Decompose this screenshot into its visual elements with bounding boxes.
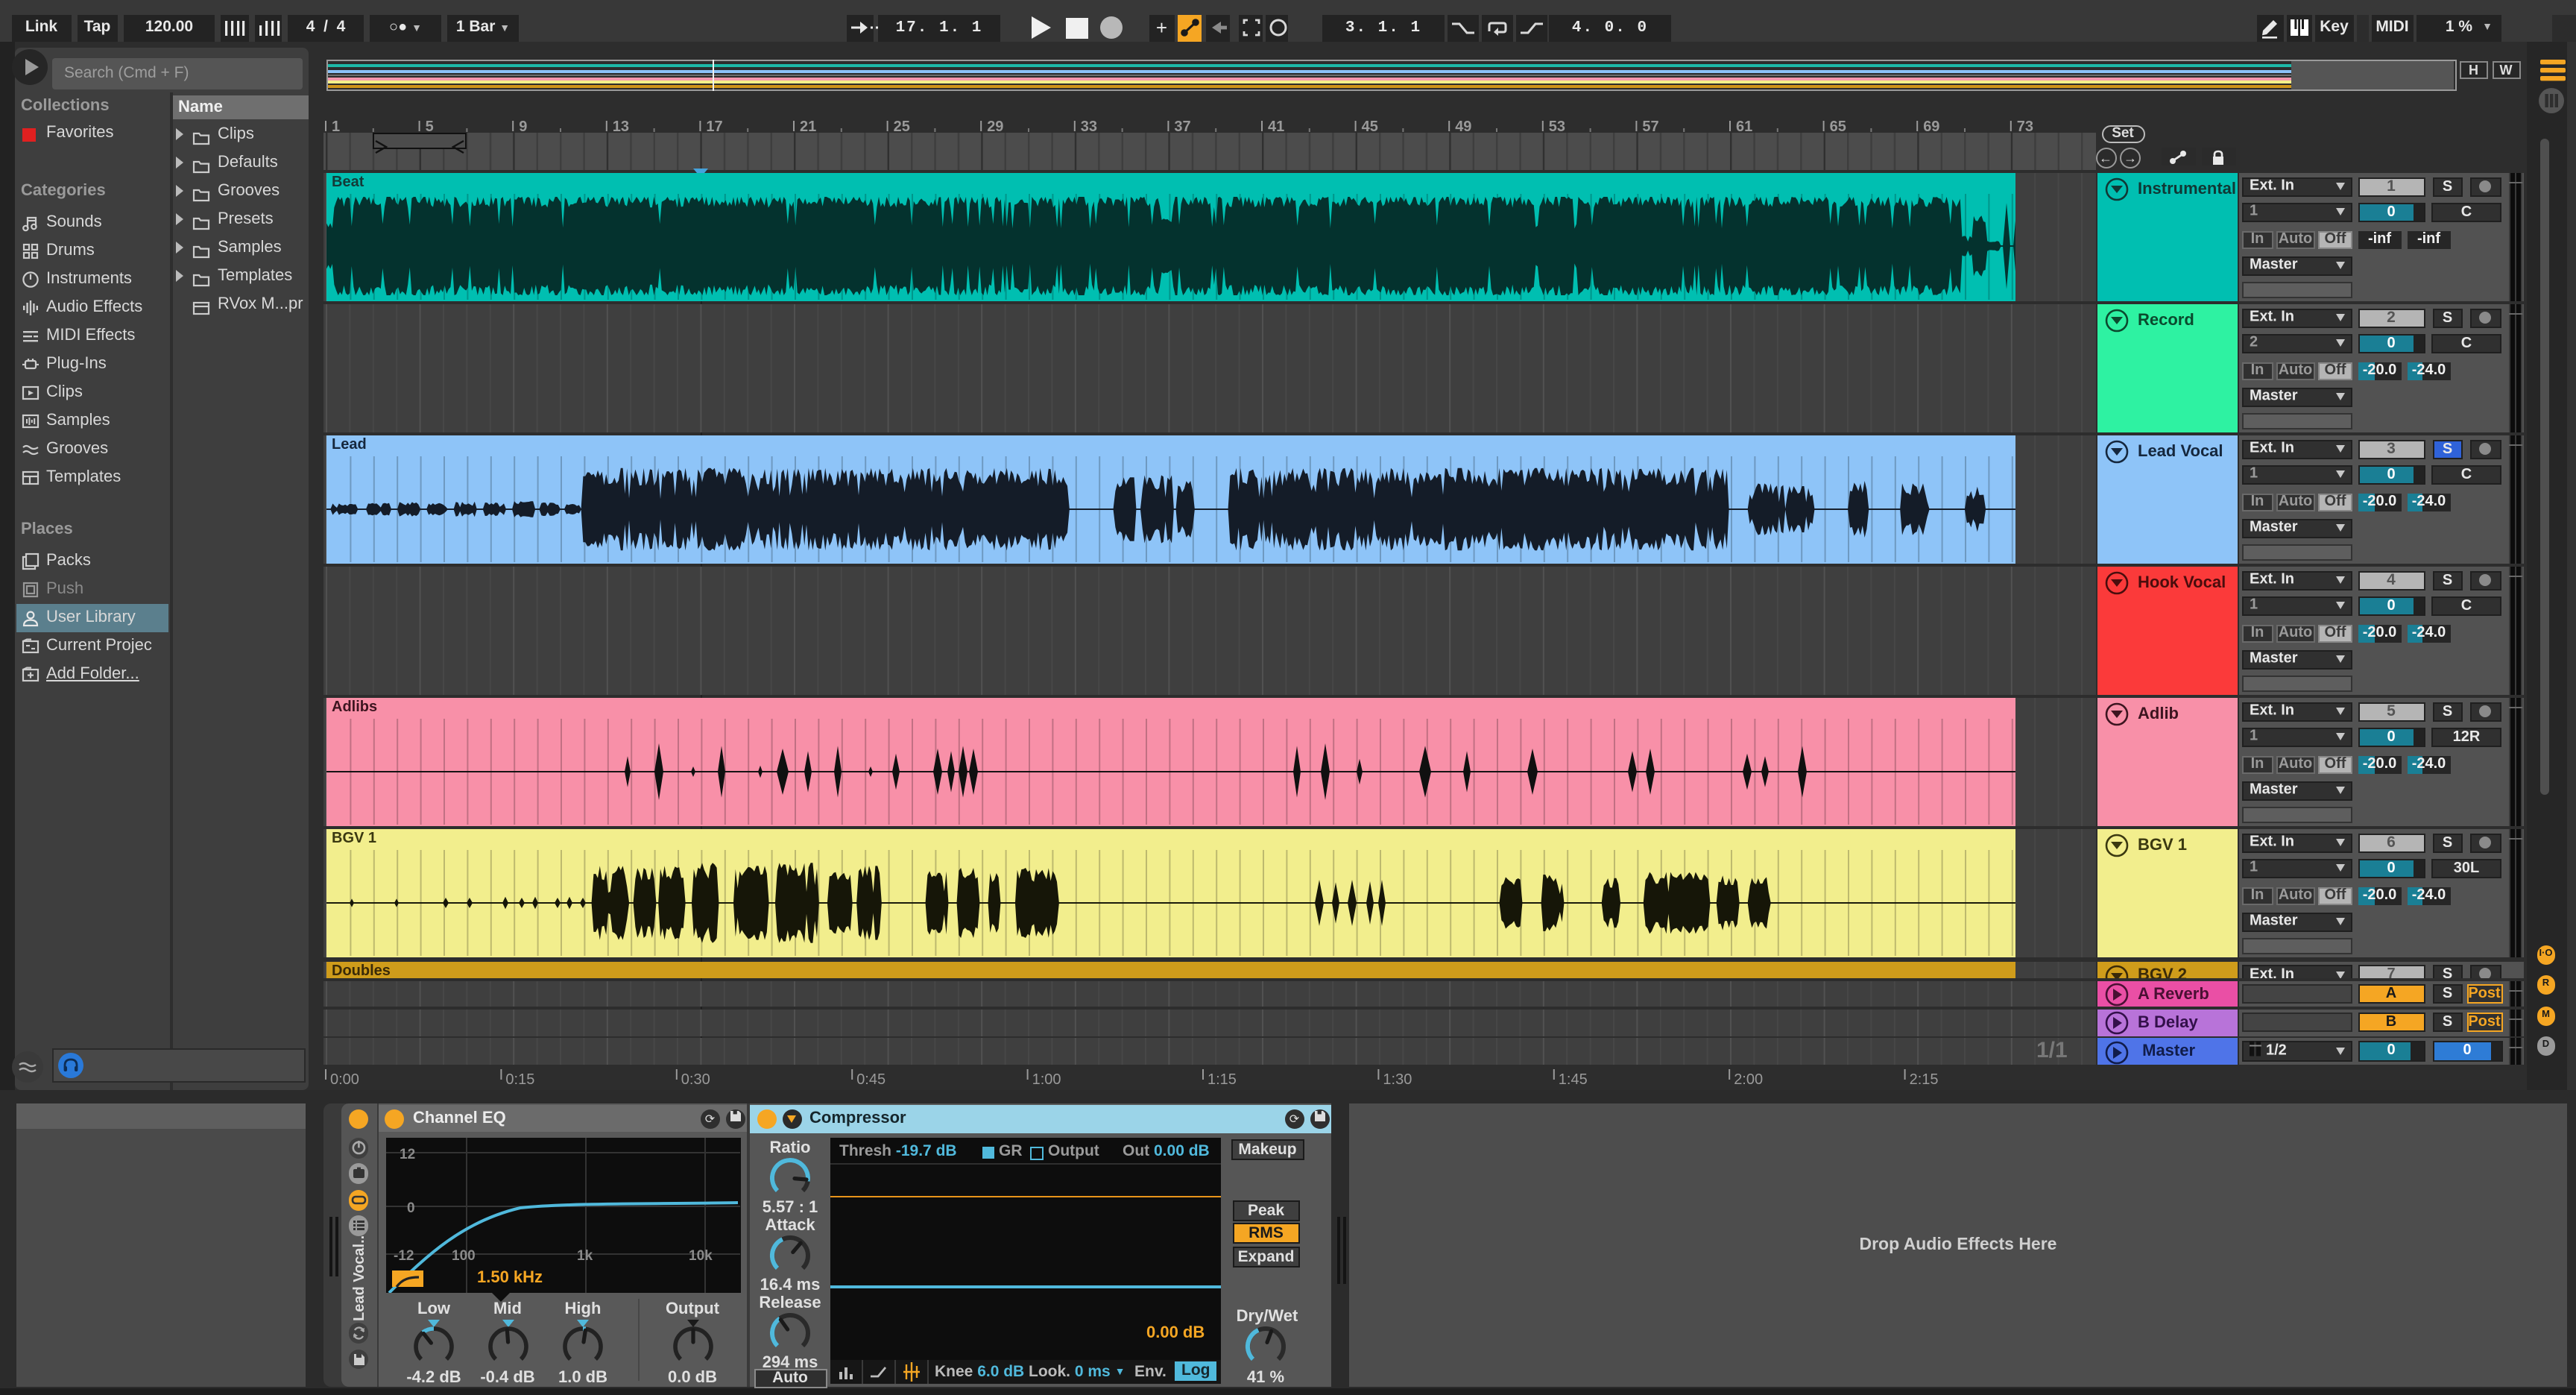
svg-text:1:30: 1:30: [1383, 1071, 1412, 1088]
svg-text:0:15: 0:15: [505, 1071, 534, 1088]
svg-text:1:00: 1:00: [1032, 1071, 1061, 1088]
svg-text:-12: -12: [394, 1247, 414, 1263]
svg-text:10k: 10k: [689, 1247, 713, 1263]
svg-text:2:00: 2:00: [1734, 1071, 1763, 1088]
svg-text:1k: 1k: [577, 1247, 593, 1263]
svg-text:0: 0: [407, 1200, 415, 1215]
svg-text:1:15: 1:15: [1208, 1071, 1237, 1088]
svg-text:12: 12: [400, 1146, 415, 1162]
svg-text:0:00: 0:00: [330, 1071, 359, 1088]
svg-text:0:30: 0:30: [681, 1071, 710, 1088]
svg-text:0:45: 0:45: [856, 1071, 886, 1088]
svg-text:1:45: 1:45: [1559, 1071, 1588, 1088]
svg-text:100: 100: [452, 1247, 476, 1263]
svg-text:2:15: 2:15: [1910, 1071, 1939, 1088]
